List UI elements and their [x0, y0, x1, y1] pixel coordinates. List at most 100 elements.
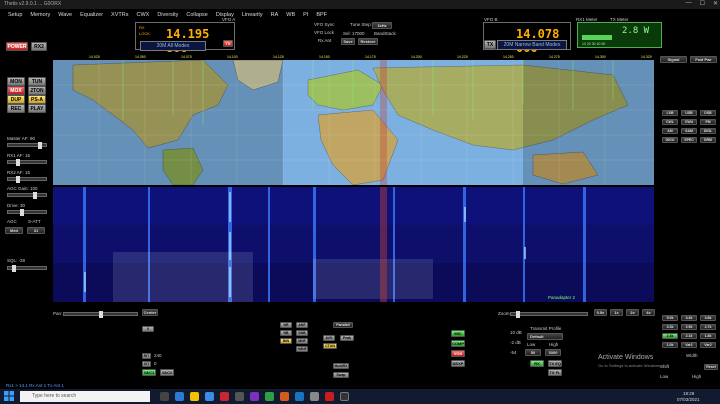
mode-digu[interactable]: DIGU: [662, 137, 678, 143]
file-explorer-icon[interactable]: [190, 392, 199, 401]
nr-button[interactable]: NR: [280, 322, 292, 328]
rx1-af-slider[interactable]: [7, 159, 47, 166]
sql-label[interactable]: SQL: -28: [7, 258, 25, 263]
dexp-button[interactable]: DEXP: [451, 360, 465, 367]
restore-button[interactable]: Restore: [358, 38, 378, 45]
rx2-af-slider[interactable]: [7, 176, 47, 183]
filter-1-0k[interactable]: 1.0k: [662, 342, 678, 348]
filter-3-8k[interactable]: 3.8k: [700, 315, 716, 321]
app-icon[interactable]: [235, 392, 244, 401]
step-att-select[interactable]: 31: [27, 227, 45, 234]
filter-2-7k[interactable]: 2.7k: [700, 324, 716, 330]
filter-1-8k[interactable]: 1.8k: [700, 333, 716, 339]
peak-button[interactable]: Peak: [340, 335, 354, 341]
tun-button[interactable]: TUN: [28, 77, 46, 86]
menu-cwx[interactable]: CWX: [136, 10, 149, 20]
mode-lsb[interactable]: LSB: [662, 110, 678, 116]
mox-button[interactable]: MOX: [7, 86, 25, 95]
ctun-button[interactable]: CTUN: [323, 343, 337, 349]
tx-low-value[interactable]: 50: [525, 349, 541, 356]
menu-diversity[interactable]: Diversity: [157, 10, 178, 20]
mode-fm[interactable]: FM: [700, 119, 716, 125]
vac2-button[interactable]: VAC2: [160, 369, 174, 376]
mon-button[interactable]: MON: [7, 77, 25, 86]
taskbar-date[interactable]: 07/03/2021: [677, 397, 700, 402]
zoom-0-5x[interactable]: 0.5x: [594, 309, 607, 316]
avg-button[interactable]: AVG: [323, 335, 335, 341]
menu-memory[interactable]: Memory: [30, 10, 50, 20]
filter-reset-button[interactable]: Reset: [704, 364, 718, 370]
save-button[interactable]: Save: [341, 38, 355, 45]
center-button[interactable]: Center: [142, 309, 158, 316]
mnf-plus-button[interactable]: +MNF: [296, 346, 308, 352]
vfo-sync-label[interactable]: VFO Sync: [314, 22, 335, 27]
mnf-button[interactable]: MNF: [296, 338, 308, 344]
app-icon[interactable]: [220, 392, 229, 401]
app-icon[interactable]: [265, 392, 274, 401]
app-icon[interactable]: [280, 392, 289, 401]
agc-mode-select[interactable]: Med: [5, 227, 23, 234]
filter-3-3k[interactable]: 3.3k: [662, 324, 678, 330]
zoom-4x[interactable]: 4x: [642, 309, 655, 316]
vox-button[interactable]: VOX: [451, 350, 465, 357]
dup-button[interactable]: DUP: [7, 95, 25, 104]
mode-am[interactable]: AM: [662, 128, 678, 134]
minimize-button[interactable]: —: [686, 0, 692, 7]
anf-button[interactable]: ANF: [296, 322, 308, 328]
zero-beat-button[interactable]: 0 Beat: [142, 326, 154, 336]
meter-signal-select[interactable]: Signal: [660, 56, 687, 63]
zoom-1x[interactable]: 1x: [610, 309, 623, 316]
app-icon[interactable]: [250, 392, 259, 401]
app-icon[interactable]: [310, 392, 319, 401]
vfo-a-tx-button[interactable]: TX: [223, 40, 233, 47]
taskbar-time[interactable]: 18:29: [683, 391, 694, 396]
windows-start-icon[interactable]: [4, 391, 14, 401]
multi-rx-button[interactable]: MultiRX: [333, 363, 349, 369]
menu-pi[interactable]: PI: [303, 10, 308, 20]
drive-slider[interactable]: [7, 209, 47, 216]
zoom-slider[interactable]: [510, 311, 588, 318]
close-button[interactable]: ✕: [713, 0, 718, 7]
master-af-slider[interactable]: [7, 142, 47, 149]
rit-value[interactable]: 240: [154, 353, 162, 358]
filter-2-9k[interactable]: 2.9k: [681, 324, 697, 330]
menu-collapse[interactable]: Collapse: [186, 10, 207, 20]
tx-high-value[interactable]: 3000: [545, 349, 561, 356]
world-map-display[interactable]: [53, 60, 654, 185]
tx-fl-button[interactable]: TX FL: [548, 369, 562, 376]
menu-ra[interactable]: RA: [271, 10, 279, 20]
xit-value[interactable]: 0: [154, 361, 157, 366]
display-mode-select[interactable]: Panafall: [333, 322, 353, 328]
filter-2-1k[interactable]: 2.1k: [681, 333, 697, 339]
pan-slider[interactable]: [63, 311, 138, 318]
comp-button[interactable]: COMP: [451, 340, 465, 347]
menu-wb[interactable]: WB: [286, 10, 295, 20]
rit-button[interactable]: RIT: [142, 353, 151, 359]
snb-button[interactable]: SNB: [296, 330, 308, 336]
play-button[interactable]: PLAY: [28, 104, 46, 113]
tx-eq-button[interactable]: TX EQ: [548, 360, 562, 367]
menu-equalizer[interactable]: Equalizer: [80, 10, 103, 20]
app-icon[interactable]: [325, 392, 334, 401]
maximize-button[interactable]: ☐: [700, 0, 705, 7]
two-tone-button[interactable]: 2TON: [28, 86, 46, 95]
mode-sam[interactable]: SAM: [681, 128, 697, 134]
filter-5-0k[interactable]: 5.0k: [662, 315, 678, 321]
zoom-2x[interactable]: 2x: [626, 309, 639, 316]
mode-cwu[interactable]: CWU: [681, 119, 697, 125]
sql-slider[interactable]: [7, 265, 47, 272]
store-icon[interactable]: [205, 392, 214, 401]
vfo-lock-label[interactable]: VFO Lock: [314, 30, 334, 35]
filter-4-4k[interactable]: 4.4k: [681, 315, 697, 321]
ps-a-button[interactable]: PS-A: [28, 95, 46, 104]
mode-spec[interactable]: SPEC: [681, 137, 697, 143]
rec-button[interactable]: REC: [7, 104, 25, 113]
mic-button[interactable]: MIC: [451, 330, 465, 337]
transmit-profile-select[interactable]: Default: [527, 333, 563, 340]
filter-2-4k[interactable]: 2.4k: [662, 333, 678, 339]
app-icon[interactable]: [295, 392, 304, 401]
waterfall-display[interactable]: Panadapter 2: [53, 187, 654, 302]
vfo-b-tx-button[interactable]: TX: [484, 40, 496, 49]
tune-step-select[interactable]: 1kHz: [372, 22, 392, 29]
xit-button[interactable]: XIT: [142, 361, 151, 367]
